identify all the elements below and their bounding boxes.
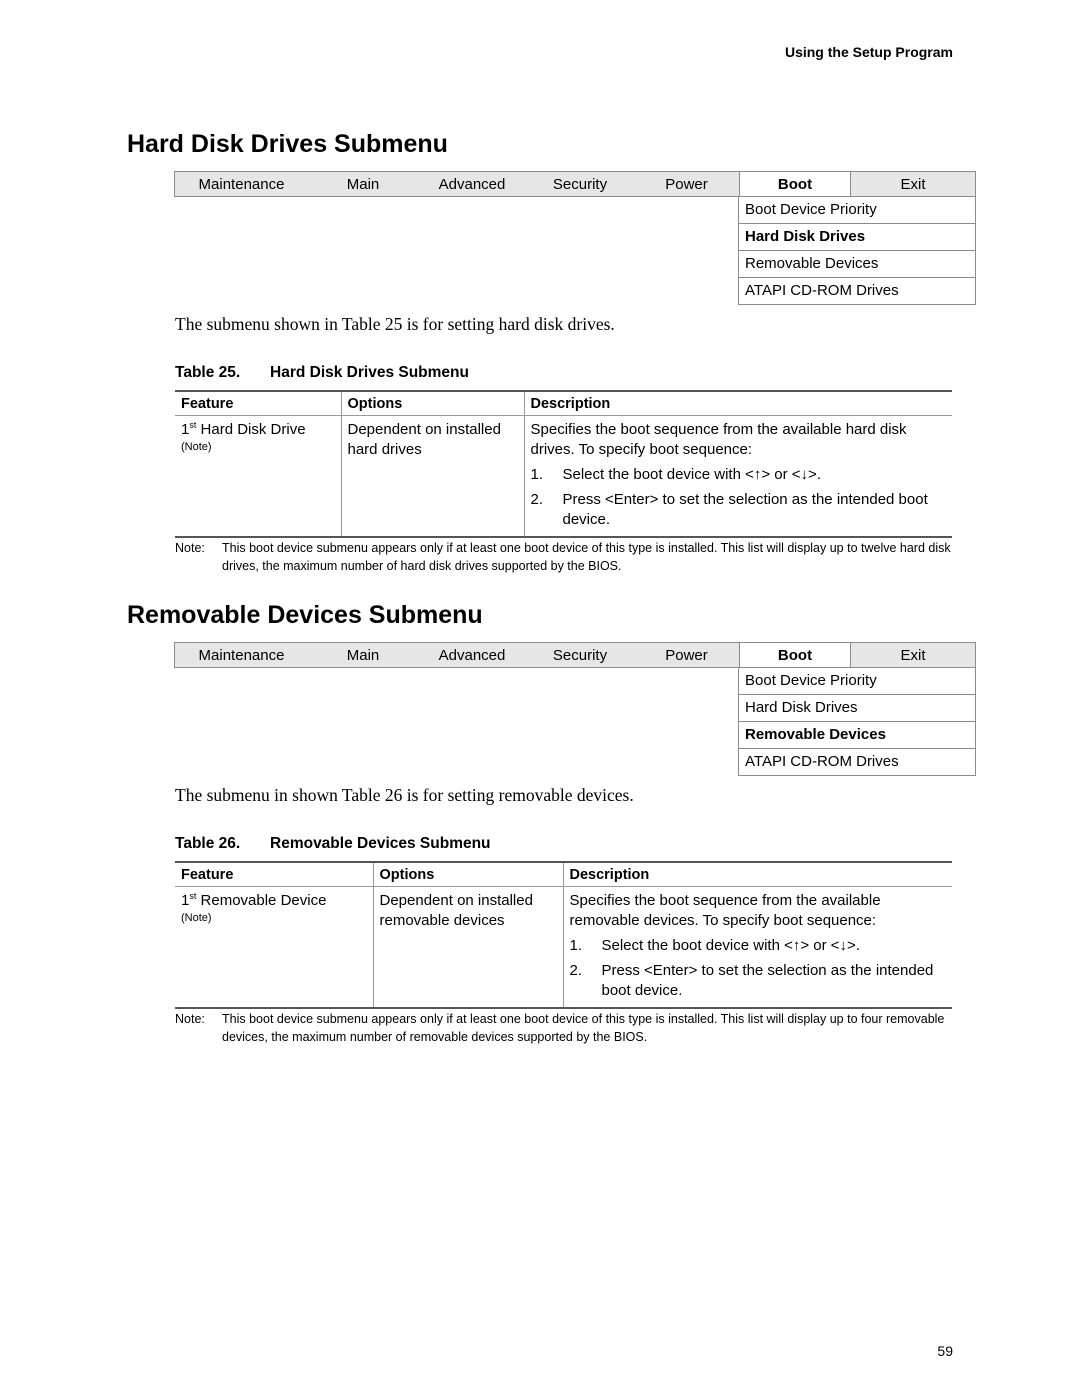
submenu-item-hard-disk-drives[interactable]: Hard Disk Drives	[739, 694, 975, 721]
menu-tab-boot[interactable]: Boot	[739, 643, 851, 667]
step-number: 1.	[569, 937, 583, 954]
section-title-hard-disk-drives: Hard Disk Drives Submenu	[127, 130, 448, 158]
feature-note-ref: (Note)	[181, 441, 212, 453]
menu-tab-power[interactable]: Power	[634, 172, 739, 196]
section-title-removable-devices: Removable Devices Submenu	[127, 601, 483, 629]
table-header-row: Feature Options Description	[175, 861, 952, 887]
header-options: Options	[372, 861, 563, 887]
note-text: This boot device submenu appears only if…	[222, 1012, 945, 1044]
intro-text: The submenu in shown Table 26 is for set…	[175, 785, 634, 805]
running-head: Using the Setup Program	[784, 44, 953, 60]
description-text: Specifies the boot sequence from the ava…	[569, 892, 881, 929]
step-item: 2. Press <Enter> to set the selection as …	[531, 490, 947, 530]
steps-list: 1. Select the boot device with <↑> or <↓>…	[570, 936, 947, 1001]
step-number: 1.	[530, 466, 544, 483]
note-label: Note:	[175, 541, 205, 555]
feature-cell: 1st Removable Device (Note)	[175, 886, 373, 1009]
menu-tab-boot[interactable]: Boot	[739, 172, 851, 196]
feature-name: Removable Device	[196, 892, 327, 909]
note-text: This boot device submenu appears only if…	[222, 541, 951, 573]
table-title: Removable Devices Submenu	[270, 835, 491, 852]
page-number: 59	[937, 1343, 953, 1359]
menu-tab-maintenance[interactable]: Maintenance	[175, 172, 308, 196]
step-text: Select the boot device with <↑> or <↓>.	[601, 937, 861, 954]
submenu-item-removable-devices[interactable]: Removable Devices	[739, 721, 975, 748]
submenu-item-boot-device-priority[interactable]: Boot Device Priority	[739, 668, 975, 694]
menu-tab-exit[interactable]: Exit	[851, 172, 975, 196]
menu-tab-advanced[interactable]: Advanced	[418, 643, 526, 667]
feature-name: Hard Disk Drive	[196, 421, 306, 438]
menu-tab-security[interactable]: Security	[526, 643, 634, 667]
description-cell: Specifies the boot sequence from the ava…	[523, 415, 952, 538]
menu-tab-exit[interactable]: Exit	[851, 643, 975, 667]
menu-tab-main[interactable]: Main	[308, 172, 418, 196]
step-number: 2.	[530, 491, 544, 508]
menu-tab-advanced[interactable]: Advanced	[418, 172, 526, 196]
description-text: Specifies the boot sequence from the ava…	[530, 421, 907, 458]
step-item: 2. Press <Enter> to set the selection as …	[570, 961, 947, 1001]
header-description: Description	[562, 861, 952, 887]
options-cell: Dependent on installed hard drives	[340, 415, 524, 538]
removable-devices-table: Feature Options Description 1st Removabl…	[175, 861, 952, 1009]
table-note: Note: This boot device submenu appears o…	[175, 539, 955, 575]
table-note: Note: This boot device submenu appears o…	[175, 1010, 955, 1046]
header-feature: Feature	[175, 861, 373, 887]
hard-disk-drives-table: Feature Options Description 1st Hard Dis…	[175, 390, 952, 538]
steps-list: 1. Select the boot device with <↑> or <↓>…	[531, 465, 947, 530]
feature-note-ref: (Note)	[181, 912, 212, 924]
menu-tab-power[interactable]: Power	[634, 643, 739, 667]
menu-tab-security[interactable]: Security	[526, 172, 634, 196]
boot-submenu: Boot Device Priority Hard Disk Drives Re…	[738, 197, 976, 305]
boot-submenu: Boot Device Priority Hard Disk Drives Re…	[738, 668, 976, 776]
table-row: 1st Removable Device (Note) Dependent on…	[175, 886, 952, 1009]
menu-tab-main[interactable]: Main	[308, 643, 418, 667]
step-number: 2.	[569, 962, 583, 979]
step-item: 1. Select the boot device with <↑> or <↓>…	[570, 936, 947, 956]
step-item: 1. Select the boot device with <↑> or <↓>…	[531, 465, 947, 485]
table-row: 1st Hard Disk Drive (Note) Dependent on …	[175, 415, 952, 538]
submenu-item-removable-devices[interactable]: Removable Devices	[739, 250, 975, 277]
table-caption: Table 26. Removable Devices Submenu	[175, 835, 491, 853]
header-description: Description	[523, 390, 952, 416]
header-options: Options	[340, 390, 524, 416]
note-label: Note:	[175, 1012, 205, 1026]
header-feature: Feature	[175, 390, 341, 416]
setup-menu-bar: Maintenance Main Advanced Security Power…	[174, 171, 976, 197]
description-cell: Specifies the boot sequence from the ava…	[562, 886, 952, 1009]
intro-text: The submenu shown in Table 25 is for set…	[175, 314, 615, 334]
feature-cell: 1st Hard Disk Drive (Note)	[175, 415, 341, 538]
submenu-item-atapi-cd-rom-drives[interactable]: ATAPI CD-ROM Drives	[739, 277, 975, 304]
step-text: Press <Enter> to set the selection as th…	[601, 962, 934, 999]
setup-menu-bar: Maintenance Main Advanced Security Power…	[174, 642, 976, 668]
submenu-item-hard-disk-drives[interactable]: Hard Disk Drives	[739, 223, 975, 250]
step-text: Select the boot device with <↑> or <↓>.	[562, 466, 822, 483]
menu-tab-maintenance[interactable]: Maintenance	[175, 643, 308, 667]
table-number: Table 25.	[175, 364, 241, 381]
step-text: Press <Enter> to set the selection as th…	[562, 491, 928, 528]
options-cell: Dependent on installed removable devices	[372, 886, 563, 1009]
submenu-item-boot-device-priority[interactable]: Boot Device Priority	[739, 197, 975, 223]
submenu-item-atapi-cd-rom-drives[interactable]: ATAPI CD-ROM Drives	[739, 748, 975, 775]
table-title: Hard Disk Drives Submenu	[270, 364, 469, 381]
table-header-row: Feature Options Description	[175, 390, 952, 416]
table-number: Table 26.	[175, 835, 241, 852]
table-caption: Table 25. Hard Disk Drives Submenu	[175, 364, 469, 382]
